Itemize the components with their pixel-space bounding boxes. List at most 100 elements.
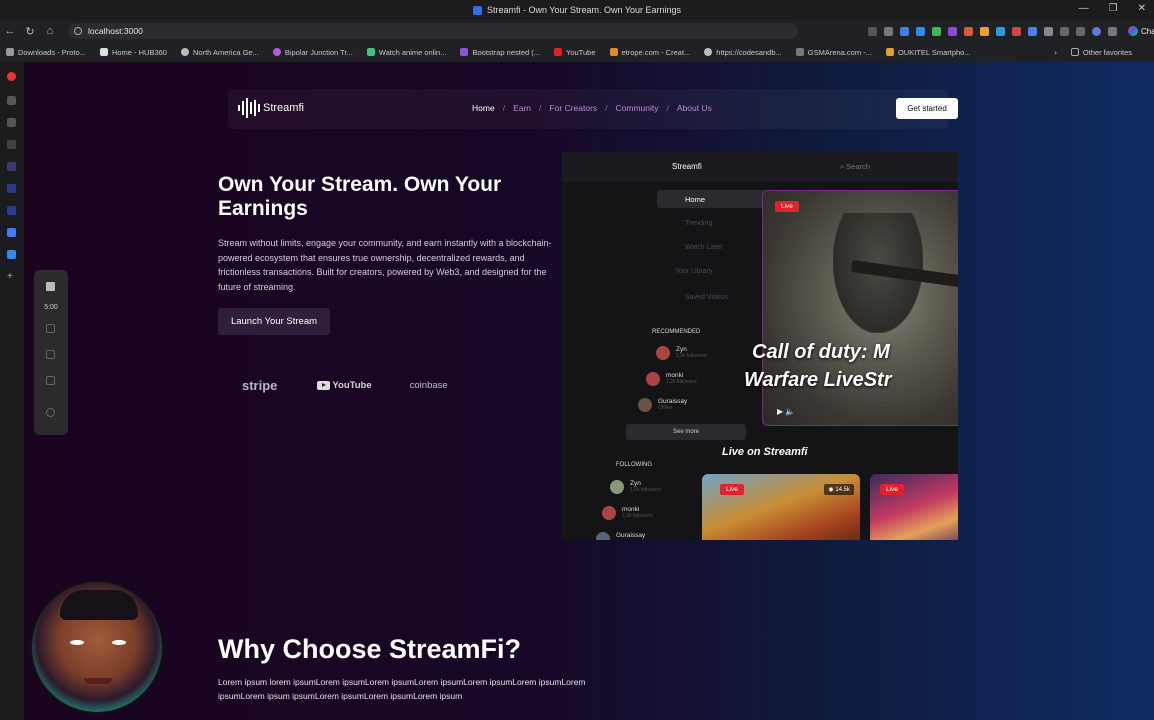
webcam-avatar xyxy=(30,580,164,714)
maximize-icon[interactable]: ❐ xyxy=(1109,3,1118,14)
launch-stream-button[interactable]: Launch Your Stream xyxy=(218,308,330,335)
avatar xyxy=(602,506,616,520)
user-name: Guraissay xyxy=(658,398,688,405)
site-info-icon[interactable] xyxy=(74,27,82,35)
more-menu-icon[interactable] xyxy=(1108,26,1117,36)
bookmark-icon xyxy=(366,48,375,56)
collections-icon[interactable] xyxy=(1076,26,1085,36)
get-started-button[interactable]: Get started xyxy=(896,98,958,119)
bookmark-label: https://codesandb... xyxy=(716,47,782,57)
window-controls: — ❐ ✕ xyxy=(1079,3,1146,14)
recommended-user: Guraissay Offline xyxy=(638,398,687,412)
nav-link-about-us[interactable]: About Us xyxy=(677,103,712,113)
sidebar-app-icon[interactable] xyxy=(7,72,16,81)
why-choose-description: Lorem ipsum lorem ipsumLorem ipsumLorem … xyxy=(218,677,586,701)
sidebar-app-icon[interactable] xyxy=(7,206,16,215)
mockup-header: Streamfi ⌕ Search xyxy=(562,152,958,182)
viewer-count-value: 14.5k xyxy=(835,487,850,493)
close-icon[interactable]: ✕ xyxy=(1138,3,1146,14)
delete-icon[interactable] xyxy=(46,376,55,385)
live-stream-thumbnail: Live ◉ 14.5k xyxy=(702,474,860,540)
extension-icon[interactable] xyxy=(916,26,925,36)
bookmark-item[interactable]: https://codesandb... xyxy=(704,47,782,57)
see-more-button: See more xyxy=(626,424,746,440)
extension-icon[interactable] xyxy=(980,26,989,36)
app-mockup: Streamfi ⌕ Search Home Trending Watch La… xyxy=(562,152,958,540)
bookmark-label: Bipolar Junction Tr... xyxy=(284,47,353,57)
avatar xyxy=(646,372,660,386)
restart-icon[interactable] xyxy=(46,350,55,359)
bookmark-item[interactable]: etrope.com - Creat... xyxy=(609,48,690,57)
extension-icon[interactable] xyxy=(1012,26,1021,36)
following-user: Guraissay xyxy=(596,532,645,540)
user-name: Guraissay xyxy=(616,532,646,539)
sidebar-app-icon[interactable] xyxy=(7,184,16,193)
bookmark-item[interactable]: Watch anime onlin... xyxy=(366,47,447,57)
stripe-logo: stripe xyxy=(242,378,278,393)
other-favorites-label: Other favorites xyxy=(1082,47,1132,57)
avatar-eye xyxy=(70,640,84,645)
bookmark-item[interactable]: Downloads - Proto... xyxy=(6,48,86,57)
mockup-menu-item: Watch Later xyxy=(685,244,723,251)
recommended-user: monki 1.2k followers xyxy=(646,372,697,386)
camera-icon[interactable] xyxy=(46,408,55,417)
bookmark-icon xyxy=(885,48,894,56)
extension-icon[interactable] xyxy=(932,26,941,36)
nav-separator: / xyxy=(605,103,608,113)
bookmark-label: Bootstrap nested (... xyxy=(472,47,541,57)
profile-avatar-icon[interactable] xyxy=(1092,26,1101,36)
bookmark-item[interactable]: Bootstrap nested (... xyxy=(460,48,540,57)
bookmark-label: Home - HUB360 xyxy=(111,47,167,57)
sidebar-app-icon[interactable] xyxy=(7,118,16,127)
extension-icon[interactable] xyxy=(948,26,957,36)
extension-icon[interactable] xyxy=(996,26,1005,36)
zoom-icon[interactable] xyxy=(868,26,877,36)
live-section-heading: Live on Streamfi xyxy=(722,446,808,458)
sidebar-app-icon[interactable] xyxy=(7,250,16,259)
tab-favicon-icon xyxy=(472,5,482,15)
bookmark-label: Watch anime onlin... xyxy=(378,47,447,57)
extension-icon[interactable] xyxy=(1044,26,1053,36)
following-user: monki 1.2k followers xyxy=(602,506,653,520)
star-icon[interactable] xyxy=(884,26,893,36)
add-icon[interactable]: + xyxy=(7,272,16,282)
minimize-icon[interactable]: — xyxy=(1079,3,1089,14)
recommended-user: Zyn 1.5k followers xyxy=(656,346,707,360)
bookmark-item[interactable]: GSMArena.com -... xyxy=(795,47,872,57)
sidebar-app-icon[interactable] xyxy=(7,228,16,237)
bookmark-item[interactable]: OUKITEL Smartpho... xyxy=(885,48,971,57)
url-field[interactable]: localhost:3000 xyxy=(68,23,798,39)
back-icon[interactable]: ← xyxy=(0,25,20,37)
pause-icon[interactable] xyxy=(46,324,55,333)
stop-recording-icon[interactable] xyxy=(46,282,55,291)
sidebar-app-icon[interactable] xyxy=(7,162,16,171)
favorites-icon[interactable] xyxy=(1060,26,1069,36)
sidebar-app-icon[interactable] xyxy=(7,96,16,105)
extension-icon[interactable] xyxy=(964,26,973,36)
nav-link-home[interactable]: Home xyxy=(472,103,495,113)
bookmark-label: North America Ge... xyxy=(192,47,259,57)
extension-icon[interactable] xyxy=(1028,26,1037,36)
url-text: localhost:3000 xyxy=(88,26,143,36)
mockup-menu-home: Home xyxy=(657,190,779,208)
bookmark-label: GSMArena.com -... xyxy=(807,47,872,57)
live-badge: Live xyxy=(775,201,799,212)
refresh-icon[interactable]: ↻ xyxy=(20,25,40,38)
user-subtitle: 1.5k followers xyxy=(676,353,707,359)
nav-link-community[interactable]: Community xyxy=(616,103,659,113)
bookmark-item[interactable]: Home - HUB360 xyxy=(99,47,167,57)
top-navbar: Streamfi Home / Earn / For Creators / Co… xyxy=(228,89,958,129)
extension-icon[interactable] xyxy=(900,26,909,36)
nav-link-for-creators[interactable]: For Creators xyxy=(549,103,597,113)
sidebar-app-icon[interactable] xyxy=(7,140,16,149)
home-icon[interactable]: ⌂ xyxy=(40,25,60,37)
user-subtitle: 1.2k followers xyxy=(666,379,697,385)
chat-button[interactable]: Chat xyxy=(1128,26,1154,36)
streamfi-logo[interactable]: Streamfi xyxy=(238,98,304,118)
chevron-right-icon[interactable]: › xyxy=(1054,48,1057,57)
bookmark-item[interactable]: North America Ge... xyxy=(180,47,259,57)
nav-link-earn[interactable]: Earn xyxy=(513,103,531,113)
bookmark-item[interactable]: YouTube xyxy=(554,48,596,57)
other-favorites[interactable]: Other favorites xyxy=(1070,47,1132,57)
bookmark-item[interactable]: Bipolar Junction Tr... xyxy=(272,47,353,57)
